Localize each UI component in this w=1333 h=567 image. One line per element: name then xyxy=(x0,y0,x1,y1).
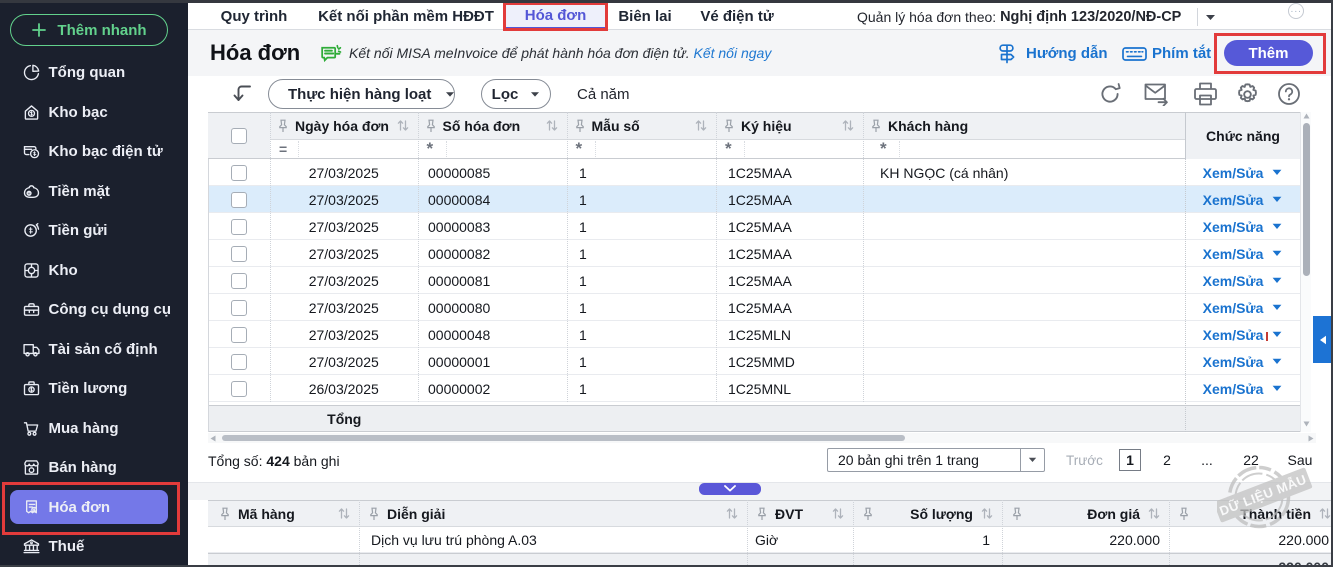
svg-text:DỮ LIỆU MẪU: DỮ LIỆU MẪU xyxy=(1217,471,1308,518)
